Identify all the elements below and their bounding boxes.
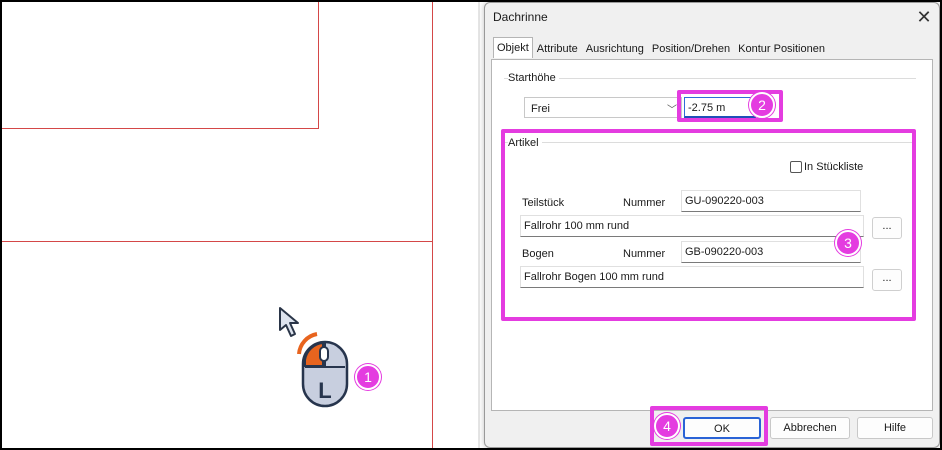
starthoehe-label: Starthöhe (508, 72, 559, 84)
cancel-button[interactable]: Abbrechen (770, 417, 850, 439)
callout-badge-2: 2 (749, 92, 775, 118)
tab-objekt[interactable]: Objekt (493, 37, 533, 58)
tab-position-drehen[interactable]: Position/Drehen (648, 39, 734, 58)
callout-badge-3: 3 (835, 230, 861, 256)
tab-bar: Objekt Attribute Ausrichtung Position/Dr… (493, 37, 829, 59)
cad-line (2, 128, 319, 129)
help-button[interactable]: Hilfe (857, 417, 933, 439)
cad-line (432, 2, 433, 448)
tab-attribute[interactable]: Attribute (533, 39, 582, 58)
cad-canvas[interactable] (2, 2, 478, 448)
chevron-down-icon: ﹀ (667, 105, 677, 116)
dialog-title: Dachrinne (493, 10, 548, 24)
tab-kontur-positionen[interactable]: Kontur Positionen (734, 39, 829, 58)
callout-badge-1: 1 (355, 364, 381, 390)
mouse-left-click-icon: L (297, 332, 349, 408)
callout-badge-4: 4 (654, 413, 680, 439)
close-icon[interactable]: ✕ (913, 6, 935, 28)
cad-line (318, 2, 319, 128)
cad-line (2, 241, 433, 242)
starthoehe-mode-select[interactable]: Frei ﹀ (524, 97, 682, 118)
highlight-artikel-group (501, 129, 916, 321)
svg-text:L: L (318, 378, 331, 403)
tab-ausrichtung[interactable]: Ausrichtung (582, 39, 648, 58)
panel-divider (478, 0, 480, 450)
